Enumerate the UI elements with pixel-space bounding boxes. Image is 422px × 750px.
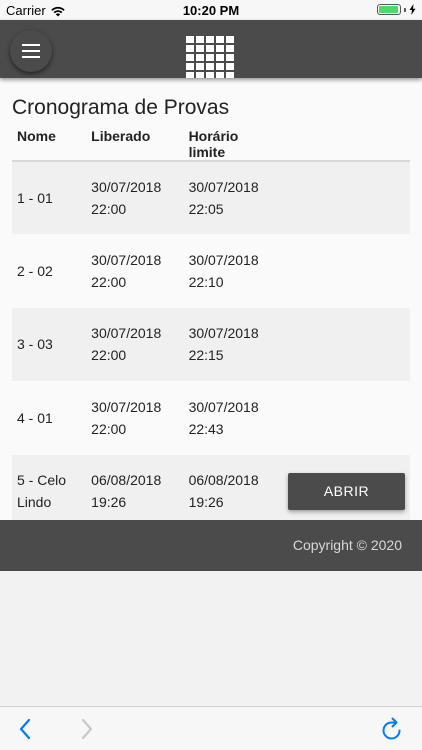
- cell-released: 30/07/2018 22:00: [86, 381, 184, 455]
- status-bar: Carrier 10:20 PM: [0, 0, 422, 20]
- cell-name: 5 - Celo Lindo: [12, 454, 87, 528]
- copyright-text: Copyright © 2020: [292, 537, 402, 553]
- browser-toolbar: [0, 706, 422, 750]
- column-header-released: Liberado: [86, 124, 184, 162]
- cell-name: 2 - 02: [12, 234, 87, 308]
- forward-button[interactable]: [76, 717, 96, 746]
- table-header-row: Nome Liberado Horário limite: [12, 124, 410, 162]
- column-header-name: Nome: [12, 124, 87, 162]
- table-row: 5 - Celo Lindo 06/08/2018 19:26 06/08/2018…: [12, 454, 410, 528]
- app-header: [0, 20, 422, 78]
- cell-action: [281, 381, 410, 455]
- cell-deadline: 30/07/2018 22:43: [183, 381, 281, 455]
- table-row: 2 - 02 30/07/2018 22:00 30/07/2018 22:10: [12, 234, 410, 308]
- open-exam-button[interactable]: ABRIR: [288, 472, 405, 510]
- cell-deadline: 30/07/2018 22:15: [183, 307, 281, 382]
- back-button[interactable]: [16, 717, 36, 746]
- cell-name: 4 - 01: [12, 381, 87, 455]
- battery-level: [379, 6, 398, 13]
- cell-released: 06/08/2018 19:26: [86, 454, 184, 528]
- page-title: Cronograma de Provas: [12, 96, 230, 119]
- cell-deadline: 06/08/2018 19:26: [183, 454, 281, 528]
- table-row: 3 - 03 30/07/2018 22:00 30/07/2018 22:15: [12, 307, 410, 382]
- cell-action: [281, 307, 410, 382]
- cell-deadline: 30/07/2018 22:05: [183, 161, 281, 235]
- chevron-right-icon: [81, 718, 93, 740]
- cell-action: [281, 234, 410, 308]
- cell-released: 30/07/2018 22:00: [86, 307, 184, 382]
- cell-deadline: 30/07/2018 22:10: [183, 234, 281, 308]
- main-content: Cronograma de Provas Nome Liberado Horár…: [0, 78, 422, 528]
- cell-name: 1 - 01: [12, 161, 87, 235]
- table-row: 1 - 01 30/07/2018 22:00 30/07/2018 22:05: [12, 161, 410, 235]
- reload-icon: [382, 717, 401, 740]
- cell-name: 3 - 03: [12, 307, 87, 382]
- menu-button[interactable]: [10, 30, 52, 72]
- hamburger-icon: [22, 44, 40, 58]
- cell-released: 30/07/2018 22:00: [86, 234, 184, 308]
- column-header-action: [281, 124, 410, 162]
- charging-bolt-icon: [409, 4, 416, 15]
- footer: Copyright © 2020: [0, 520, 422, 571]
- column-header-deadline: Horário limite: [183, 124, 281, 162]
- cell-action: [281, 161, 410, 235]
- battery-indicator: [377, 4, 416, 15]
- chevron-left-icon: [19, 718, 31, 740]
- cell-released: 30/07/2018 22:00: [86, 161, 184, 235]
- exam-schedule-table: Nome Liberado Horário limite 1 - 01 30/0…: [12, 124, 410, 528]
- cell-action: ABRIR: [281, 454, 410, 528]
- battery-icon: [377, 4, 401, 15]
- status-time: 10:20 PM: [182, 3, 240, 18]
- table-row: 4 - 01 30/07/2018 22:00 30/07/2018 22:43: [12, 381, 410, 455]
- reload-button[interactable]: [380, 716, 404, 747]
- grid-logo-icon: [186, 36, 234, 78]
